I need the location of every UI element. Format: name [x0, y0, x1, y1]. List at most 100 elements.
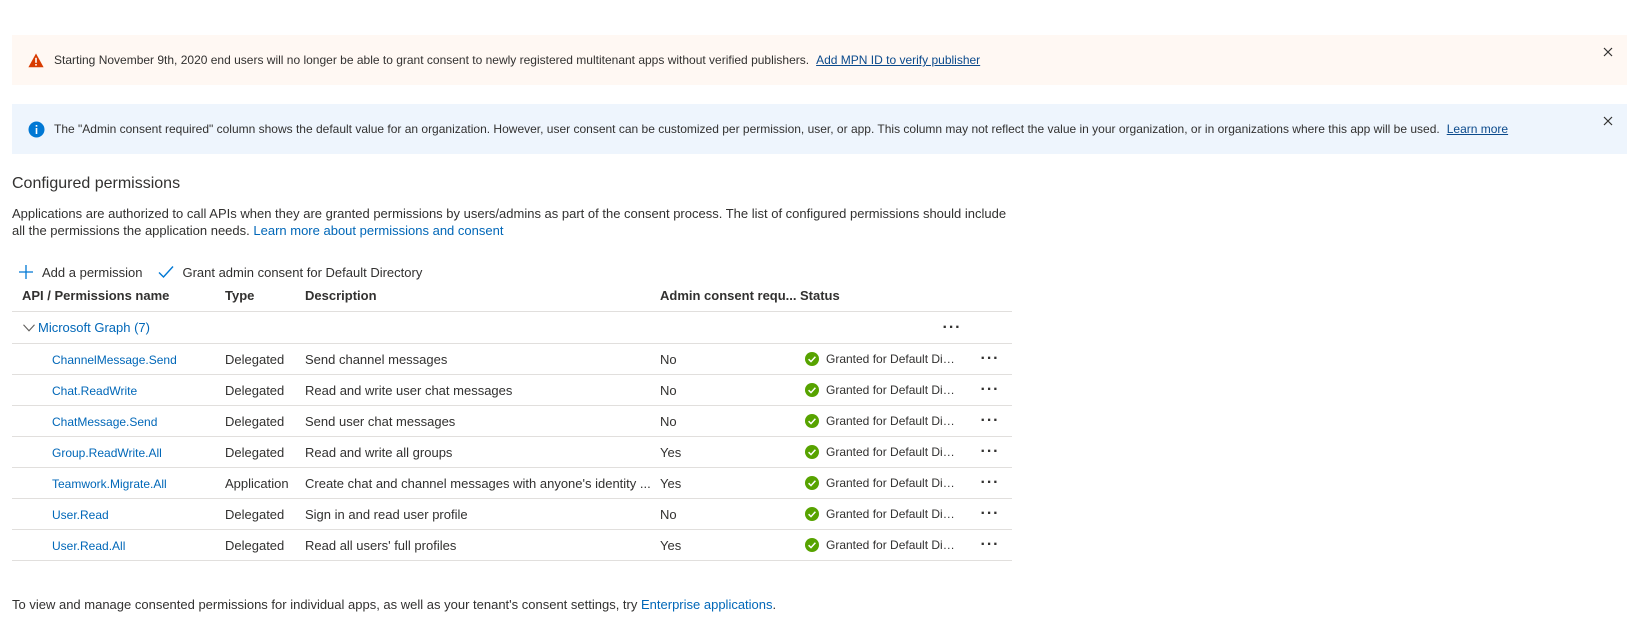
- admin-consent-required: Yes: [660, 444, 682, 460]
- check-circle-icon: [805, 383, 819, 397]
- header-status[interactable]: Status: [800, 288, 970, 303]
- section-description-text: Applications are authorized to call APIs…: [12, 206, 1007, 238]
- warning-banner-text: Starting November 9th, 2020 end users wi…: [54, 53, 810, 67]
- footer-note-text: To view and manage consented permissions…: [12, 597, 638, 612]
- add-mpn-id-link[interactable]: Add MPN ID to verify publisher: [816, 53, 980, 67]
- permission-type: Application: [225, 475, 289, 491]
- more-options-icon[interactable]: ···: [981, 382, 1000, 398]
- section-title: Configured permissions: [12, 175, 181, 192]
- learn-more-link[interactable]: Learn more: [1447, 122, 1508, 136]
- check-circle-icon: [805, 538, 819, 552]
- permission-description: Read all users' full profiles: [305, 537, 457, 553]
- permission-name-link[interactable]: Group.ReadWrite.All: [52, 446, 162, 460]
- enterprise-applications-link[interactable]: Enterprise applications: [641, 597, 773, 612]
- status-text: Granted for Default Dire...: [826, 414, 956, 428]
- admin-consent-required: No: [660, 506, 677, 522]
- toolbar: Add a permission Grant admin consent for…: [18, 262, 438, 282]
- group-row-microsoft-graph: Microsoft Graph (7) ···: [12, 312, 1012, 344]
- table-row[interactable]: User.Read.All Delegated Read all users' fu…: [12, 530, 1012, 561]
- permission-description: Read and write all groups: [305, 444, 453, 460]
- section-description: Applications are authorized to call APIs…: [12, 205, 1012, 239]
- status-cell: Granted for Default Dire...: [800, 507, 970, 521]
- check-circle-icon: [805, 414, 819, 428]
- status-text: Granted for Default Dire...: [826, 538, 956, 552]
- status-cell: Granted for Default Dire...: [800, 352, 970, 366]
- warning-icon: [27, 51, 45, 69]
- more-options-icon[interactable]: ···: [981, 413, 1000, 429]
- add-permission-button[interactable]: Add a permission: [18, 264, 142, 280]
- more-options-icon[interactable]: ···: [981, 475, 1000, 491]
- check-circle-icon: [805, 445, 819, 459]
- status-cell: Granted for Default Dire...: [800, 538, 970, 552]
- status-text: Granted for Default Dire...: [826, 383, 956, 397]
- chevron-down-icon: [22, 321, 36, 335]
- status-cell: Granted for Default Dire...: [800, 383, 970, 397]
- grant-admin-consent-button[interactable]: Grant admin consent for Default Director…: [158, 264, 422, 280]
- status-cell: Granted for Default Dire...: [800, 445, 970, 459]
- table-row[interactable]: ChannelMessage.Send Delegated Send channel…: [12, 344, 1012, 375]
- permission-description: Send user chat messages: [305, 413, 456, 429]
- check-circle-icon: [805, 352, 819, 366]
- permission-type: Delegated: [225, 351, 285, 367]
- permission-type: Delegated: [225, 413, 285, 429]
- permission-name-link[interactable]: Teamwork.Migrate.All: [52, 477, 167, 491]
- status-cell: Granted for Default Dire...: [800, 414, 970, 428]
- permission-description: Send channel messages: [305, 351, 448, 367]
- permissions-table: API / Permissions name Type Description …: [12, 280, 1012, 561]
- permission-name-link[interactable]: ChatMessage.Send: [52, 415, 157, 429]
- plus-icon: [18, 264, 34, 280]
- more-options-icon[interactable]: ···: [981, 351, 1000, 367]
- admin-consent-required: Yes: [660, 475, 682, 491]
- table-row[interactable]: Group.ReadWrite.All Delegated Read and wri…: [12, 437, 1012, 468]
- status-text: Granted for Default Dire...: [826, 352, 956, 366]
- more-options-icon[interactable]: ···: [981, 506, 1000, 522]
- table-header: API / Permissions name Type Description …: [12, 280, 1012, 312]
- grant-admin-consent-label: Grant admin consent for Default Director…: [182, 264, 423, 280]
- footer-note: To view and manage consented permissions…: [12, 597, 776, 612]
- permission-type: Delegated: [225, 444, 285, 460]
- permissions-consent-link[interactable]: Learn more about permissions and consent: [253, 223, 503, 238]
- admin-consent-required: No: [660, 413, 677, 429]
- info-icon: [27, 120, 45, 138]
- table-row[interactable]: Teamwork.Migrate.All Application Create ch…: [12, 468, 1012, 499]
- check-circle-icon: [805, 476, 819, 490]
- more-options-icon[interactable]: ···: [981, 537, 1000, 553]
- more-options-icon[interactable]: ···: [981, 444, 1000, 460]
- status-text: Granted for Default Dire...: [826, 445, 956, 459]
- more-options-icon[interactable]: ···: [943, 319, 962, 335]
- permission-name-link[interactable]: User.Read.All: [52, 539, 125, 553]
- permission-type: Delegated: [225, 537, 285, 553]
- admin-consent-required: Yes: [660, 537, 682, 553]
- checkmark-icon: [158, 264, 174, 280]
- table-row[interactable]: User.Read Delegated Sign in and read user …: [12, 499, 1012, 530]
- info-banner: The "Admin consent required" column show…: [12, 104, 1627, 154]
- close-icon[interactable]: [1601, 45, 1615, 59]
- close-icon[interactable]: [1601, 114, 1615, 128]
- status-text: Granted for Default Dire...: [826, 476, 956, 490]
- permission-description: Create chat and channel messages with an…: [305, 475, 651, 491]
- permission-name-link[interactable]: ChannelMessage.Send: [52, 353, 177, 367]
- admin-consent-required: No: [660, 351, 677, 367]
- header-type[interactable]: Type: [225, 288, 305, 303]
- table-row[interactable]: Chat.ReadWrite Delegated Read and write us…: [12, 375, 1012, 406]
- header-admin-consent[interactable]: Admin consent requ...: [660, 288, 800, 303]
- admin-consent-required: No: [660, 382, 677, 398]
- footer-suffix: .: [772, 597, 777, 612]
- status-cell: Granted for Default Dire...: [800, 476, 970, 490]
- table-row[interactable]: ChatMessage.Send Delegated Send user chat …: [12, 406, 1012, 437]
- permission-name-link[interactable]: Chat.ReadWrite: [52, 384, 137, 398]
- warning-banner: Starting November 9th, 2020 end users wi…: [12, 35, 1627, 85]
- status-text: Granted for Default Dire...: [826, 507, 956, 521]
- permission-type: Delegated: [225, 382, 285, 398]
- group-toggle-microsoft-graph[interactable]: Microsoft Graph (7): [12, 320, 932, 335]
- header-description[interactable]: Description: [305, 288, 660, 303]
- permission-name-link[interactable]: User.Read: [52, 508, 109, 522]
- permission-description: Read and write user chat messages: [305, 382, 513, 398]
- info-banner-text: The "Admin consent required" column show…: [54, 122, 1440, 136]
- add-permission-label: Add a permission: [42, 264, 143, 280]
- group-label: Microsoft Graph (7): [38, 320, 150, 335]
- permission-description: Sign in and read user profile: [305, 506, 468, 522]
- permission-type: Delegated: [225, 506, 285, 522]
- table-body: ChannelMessage.Send Delegated Send channel…: [12, 344, 1012, 561]
- header-permission-name[interactable]: API / Permissions name: [12, 288, 225, 303]
